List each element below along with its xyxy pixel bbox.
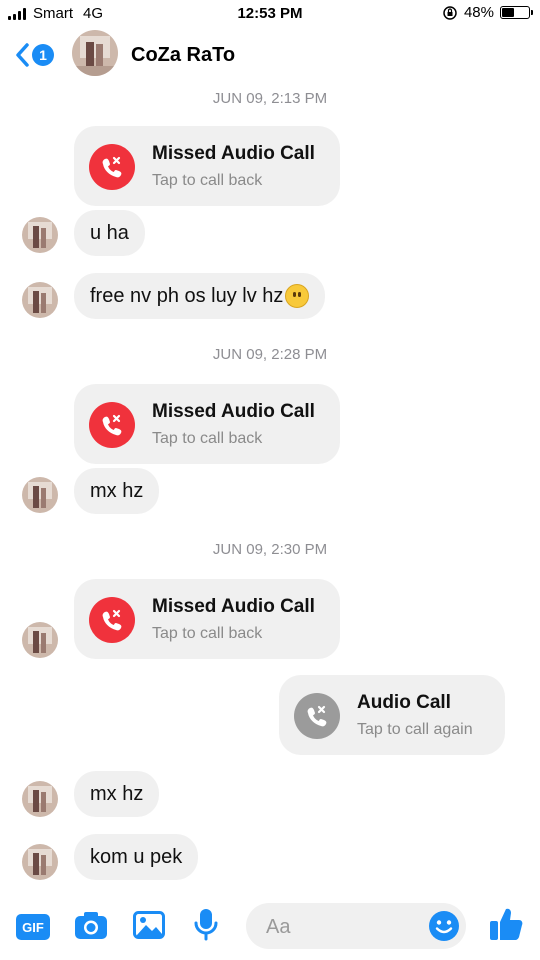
sender-avatar[interactable] [22, 844, 58, 880]
message-text: mx hz [90, 782, 144, 805]
message-input-container [246, 903, 466, 951]
smiley-icon[interactable] [428, 910, 460, 942]
phone-missed-icon [89, 402, 135, 448]
message-bubble[interactable]: u ha [74, 210, 145, 256]
outgoing-call-bubble[interactable]: Audio Call Tap to call again [279, 675, 505, 755]
timestamp: JUN 09, 2:13 PM [212, 90, 328, 107]
voice-button[interactable] [193, 908, 219, 942]
missed-call-bubble[interactable]: Missed Audio Call Tap to call back [74, 579, 340, 659]
message-list[interactable]: JUN 09, 2:13 PM Missed Audio Call Tap to… [0, 0, 540, 960]
timestamp: JUN 09, 2:30 PM [212, 541, 328, 558]
call-subtitle: Tap to call again [357, 721, 473, 738]
call-title: Audio Call [357, 692, 451, 713]
sender-avatar[interactable] [22, 477, 58, 513]
phone-missed-icon [89, 144, 135, 190]
neutral-face-emoji [285, 284, 310, 308]
message-input[interactable] [264, 903, 418, 951]
phone-missed-icon [294, 693, 340, 739]
message-text: free nv ph os luy lv hz [90, 284, 284, 307]
message-composer: GIF [0, 890, 540, 960]
sender-avatar[interactable] [22, 217, 58, 253]
message-text: kom u pek [90, 845, 183, 868]
phone-missed-icon [89, 597, 135, 643]
like-button[interactable] [488, 906, 524, 942]
sender-avatar[interactable] [22, 622, 58, 658]
timestamp: JUN 09, 2:28 PM [212, 346, 328, 363]
message-text: u ha [90, 221, 129, 244]
message-bubble[interactable]: mx hz [74, 468, 160, 514]
missed-call-bubble[interactable]: Missed Audio Call Tap to call back [74, 126, 340, 206]
missed-call-bubble[interactable]: Missed Audio Call Tap to call back [74, 384, 340, 464]
call-title: Missed Audio Call [152, 596, 315, 617]
microphone-icon [194, 909, 218, 941]
camera-icon [75, 912, 107, 939]
image-icon [133, 911, 165, 939]
message-bubble[interactable]: mx hz [74, 771, 160, 817]
message-text: mx hz [90, 479, 144, 502]
sender-avatar[interactable] [22, 282, 58, 318]
call-subtitle: Tap to call back [152, 430, 263, 447]
gif-button[interactable]: GIF [16, 914, 50, 940]
camera-button[interactable] [74, 910, 108, 940]
call-title: Missed Audio Call [152, 143, 315, 164]
sender-avatar[interactable] [22, 781, 58, 817]
message-bubble[interactable]: free nv ph os luy lv hz [74, 273, 326, 319]
call-subtitle: Tap to call back [152, 172, 263, 189]
photo-button[interactable] [133, 911, 165, 939]
thumbs-up-icon [490, 908, 523, 940]
call-subtitle: Tap to call back [152, 625, 263, 642]
call-title: Missed Audio Call [152, 401, 315, 422]
message-bubble[interactable]: kom u pek [74, 834, 199, 880]
